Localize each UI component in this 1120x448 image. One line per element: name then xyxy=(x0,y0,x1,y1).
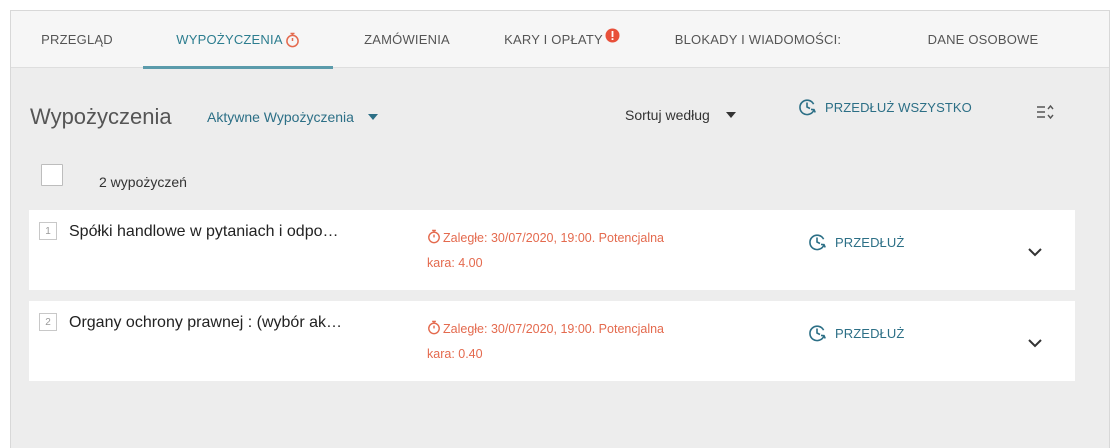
tab-fines-and-fees[interactable]: KARY I OPŁATY xyxy=(481,11,643,68)
tab-label: DANE OSOBOWE xyxy=(927,32,1039,47)
filter-value: Aktywne Wypożyczenia xyxy=(207,109,354,125)
tab-personal-details[interactable]: DANE OSOBOWE xyxy=(873,11,1093,68)
tab-blocks-and-messages[interactable]: BLOKADY I WIADOMOŚCI: xyxy=(643,11,873,68)
tab-label: BLOKADY I WIADOMOŚCI: xyxy=(674,32,842,47)
fine-text: kara: 0.40 xyxy=(427,347,483,361)
tab-overview[interactable]: PRZEGLĄD xyxy=(11,11,143,68)
page-title: Wypożyczenia xyxy=(30,104,172,129)
tab-requests[interactable]: ZAMÓWIENIA xyxy=(333,11,481,68)
stopwatch-icon xyxy=(285,32,300,48)
renew-button[interactable]: PRZEDŁUŻ xyxy=(807,232,904,252)
loans-panel: PRZEGLĄD WYPOŻYCZENIA ZAMÓWIENIA KARY I … xyxy=(10,10,1110,448)
sort-dropdown[interactable]: Sortuj według xyxy=(625,107,736,123)
item-number: 1 xyxy=(39,222,57,240)
tab-loans[interactable]: WYPOŻYCZENIA xyxy=(143,11,333,69)
tab-label: KARY I OPŁATY xyxy=(504,32,603,47)
fine-text: kara: 4.00 xyxy=(427,256,483,270)
caret-down-icon xyxy=(725,112,736,118)
overdue-notice: Zaległe: 30/07/2020, 19:00. Potencjalna … xyxy=(427,317,757,367)
renew-all-label: PRZEDŁUŻ WSZYSTKO xyxy=(825,99,972,115)
overdue-notice: Zaległe: 30/07/2020, 19:00. Potencjalna … xyxy=(427,226,757,276)
expand-collapse-icon[interactable] xyxy=(1036,103,1054,126)
renew-button[interactable]: PRZEDŁUŻ xyxy=(807,323,904,343)
chevron-down-icon[interactable] xyxy=(1027,244,1043,262)
item-number: 2 xyxy=(39,313,57,331)
renew-label: PRZEDŁUŻ xyxy=(835,234,905,250)
renew-clock-icon xyxy=(809,234,826,251)
alert-badge-icon xyxy=(605,28,620,43)
sort-label: Sortuj według xyxy=(625,107,710,123)
item-title-link[interactable]: Organy ochrony prawnej : (wybór ak… xyxy=(69,314,342,332)
caret-down-icon xyxy=(367,114,378,120)
loans-count: 2 wypożyczeń xyxy=(99,174,187,190)
account-tabs: PRZEGLĄD WYPOŻYCZENIA ZAMÓWIENIA KARY I … xyxy=(11,11,1109,69)
tab-label: WYPOŻYCZENIA xyxy=(176,32,283,47)
renew-clock-icon xyxy=(799,99,816,116)
stopwatch-icon xyxy=(428,320,440,335)
list-item: 2 Organy ochrony prawnej : (wybór ak… Za… xyxy=(29,301,1075,381)
item-title-link[interactable]: Spółki handlowe w pytaniach i odpo… xyxy=(69,223,339,241)
due-text: Zaległe: 30/07/2020, 19:00. Potencjalna xyxy=(443,322,665,336)
select-all-checkbox[interactable] xyxy=(41,164,63,186)
tab-label: PRZEGLĄD xyxy=(41,32,113,47)
tab-label: ZAMÓWIENIA xyxy=(364,32,450,47)
renew-clock-icon xyxy=(809,325,826,342)
renew-all-button[interactable]: PRZEDŁUŻ WSZYSTKO xyxy=(797,97,972,117)
renew-label: PRZEDŁUŻ xyxy=(835,325,905,341)
due-text: Zaległe: 30/07/2020, 19:00. Potencjalna xyxy=(443,231,665,245)
list-item: 1 Spółki handlowe w pytaniach i odpo… Za… xyxy=(29,210,1075,290)
stopwatch-icon xyxy=(428,229,440,244)
chevron-down-icon[interactable] xyxy=(1027,335,1043,353)
loans-filter-dropdown[interactable]: Aktywne Wypożyczenia xyxy=(207,109,378,125)
